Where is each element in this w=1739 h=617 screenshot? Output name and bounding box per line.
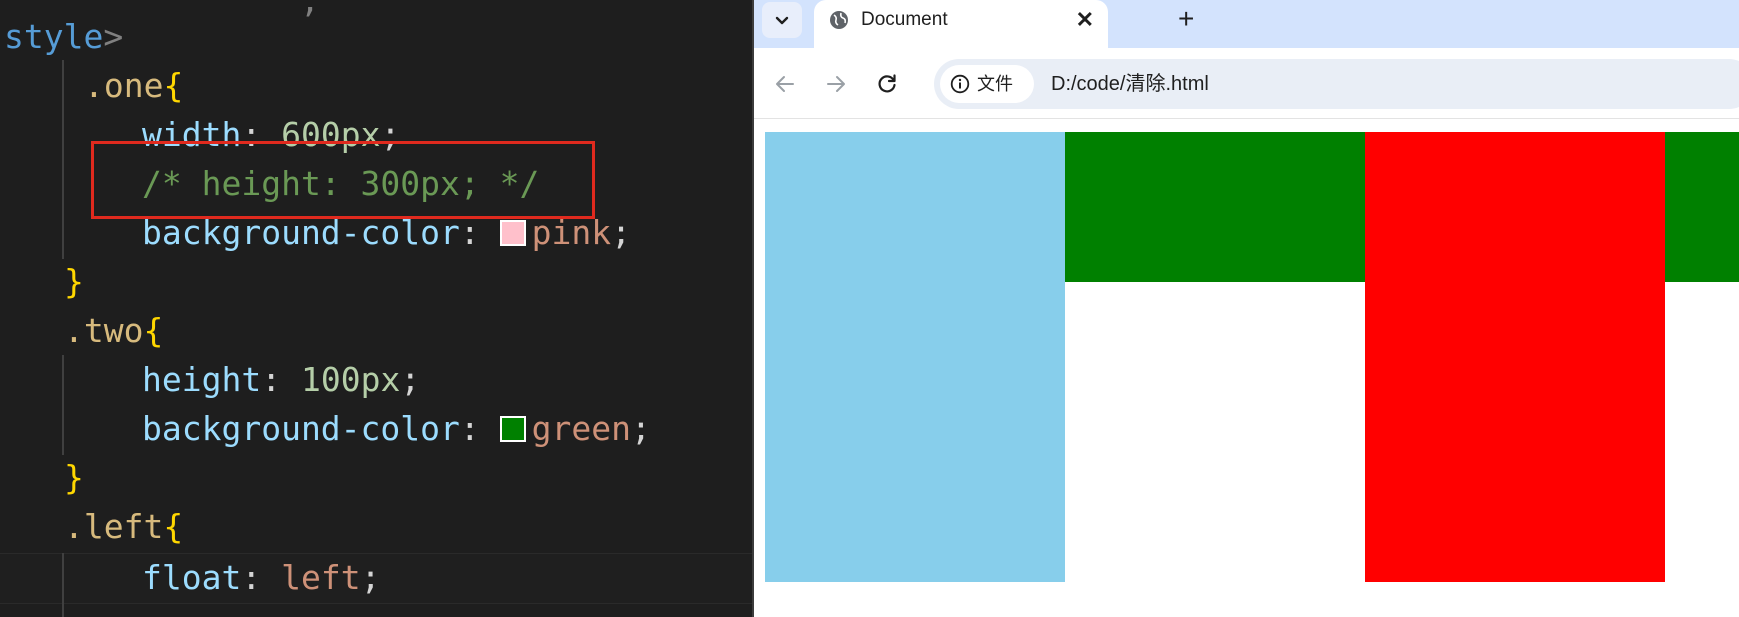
tab-strip: Document ✕ +: [754, 0, 1739, 48]
new-tab-button[interactable]: +: [1178, 3, 1194, 35]
float-left-box-skyblue: [765, 132, 1065, 582]
browser-toolbar: 文件 D:/code/清除.html: [754, 48, 1739, 119]
url-text[interactable]: D:/code/清除.html: [1051, 72, 1209, 96]
address-bar[interactable]: 文件 D:/code/清除.html: [934, 59, 1739, 109]
code-line-selector-one: .one{: [84, 66, 184, 105]
page-viewport: [754, 119, 1739, 617]
color-swatch-pink[interactable]: [499, 220, 526, 246]
color-swatch-green[interactable]: [499, 416, 526, 442]
close-icon[interactable]: ✕: [1076, 8, 1094, 32]
code-line-height: height: 100px;: [142, 360, 421, 399]
globe-icon: [830, 11, 848, 29]
reload-icon: [878, 74, 896, 93]
tab-title: Document: [861, 9, 948, 30]
code-line-selector-left: .left{: [64, 507, 184, 546]
site-info-label: 文件: [977, 74, 1013, 94]
forward-arrow-icon: [827, 76, 845, 92]
float-box-red: [1365, 132, 1665, 582]
indent-guide: [62, 553, 64, 617]
code-line-partial: ,: [300, 0, 320, 20]
site-info-chip[interactable]: 文件: [940, 65, 1034, 103]
browser-window: Document ✕ + 文件 D:/code/清除.html: [754, 0, 1739, 617]
code-editor[interactable]: , style> .one{ width: 600px; /* height: …: [0, 0, 752, 617]
code-line-close-brace: }: [64, 262, 84, 301]
code-line-float: float: left;: [142, 558, 381, 597]
reload-button[interactable]: [872, 69, 902, 99]
forward-button[interactable]: [821, 69, 851, 99]
indent-guide: [62, 60, 64, 259]
code-line-style-tag: style>: [4, 17, 124, 56]
back-arrow-icon: [776, 76, 794, 92]
code-line-selector-two: .two{: [64, 311, 164, 350]
tab-search-button[interactable]: [762, 2, 802, 38]
chevron-down-icon: [775, 16, 789, 25]
back-button[interactable]: [770, 69, 800, 99]
info-icon: [950, 74, 970, 94]
code-line-close-brace: }: [64, 458, 84, 497]
tab-document[interactable]: Document ✕: [814, 0, 1108, 48]
indent-guide: [62, 355, 64, 455]
code-line-bg-green: background-color: green;: [142, 409, 651, 448]
annotation-highlight-box: [91, 141, 595, 219]
